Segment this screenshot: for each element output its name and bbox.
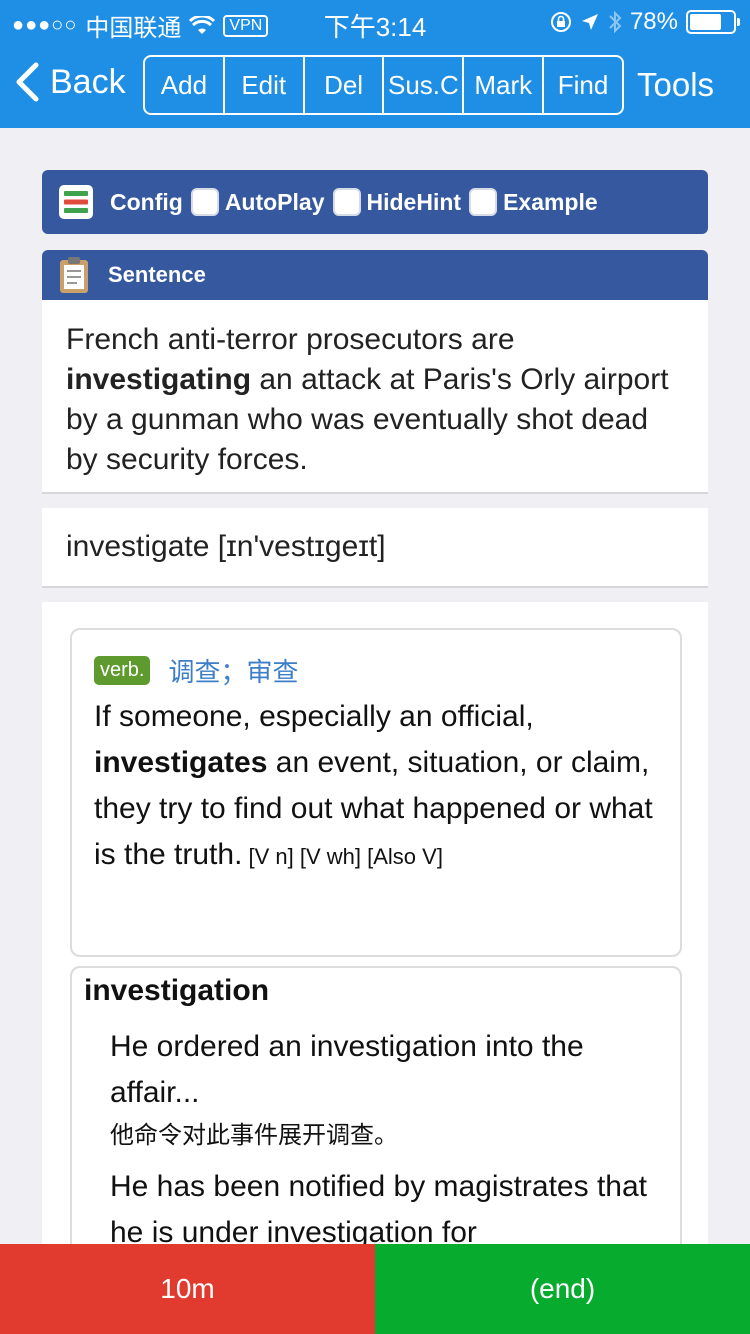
config-list-icon: [59, 185, 93, 219]
example-checkbox[interactable]: [467, 186, 500, 218]
headword-pronunciation: investigate [ɪn'vestɪgeɪt]: [66, 530, 386, 563]
sentence-before: French anti-terror prosecutors are: [66, 323, 515, 356]
definition-card: verb. 调查；审查 If someone, especially an of…: [70, 628, 682, 957]
part-of-speech-badge: verb.: [94, 656, 151, 685]
edit-button[interactable]: Edit: [225, 57, 305, 113]
sentence-header: Sentence: [42, 250, 708, 300]
delete-button[interactable]: Del: [305, 57, 385, 113]
bluetooth-icon: [609, 10, 622, 34]
sentence-text: French anti-terror prosecutors are inves…: [66, 320, 688, 480]
config-bar: Config AutoPlay HideHint Example: [42, 170, 708, 234]
example-english: He has been notified by magistrates that…: [110, 1170, 647, 1249]
mark-button[interactable]: Mark: [464, 57, 545, 113]
end-button[interactable]: (end): [375, 1244, 750, 1334]
sus-c-button[interactable]: Sus.C: [384, 57, 465, 113]
hidehint-checkbox[interactable]: [330, 186, 363, 218]
orientation-lock-icon: [550, 12, 571, 32]
action-segmented-control: Add Edit Del Sus.C Mark Find: [143, 55, 624, 115]
definition-before: If someone, especially an official,: [94, 700, 534, 733]
back-label: Back: [50, 62, 126, 101]
hidehint-label[interactable]: HideHint: [367, 189, 462, 216]
tools-button[interactable]: Tools: [637, 66, 714, 104]
example-headword: investigation: [84, 974, 270, 1007]
sentence-keyword[interactable]: investigating: [66, 363, 251, 396]
example-list: He ordered an investigation into the aff…: [110, 1024, 654, 1256]
status-bar: ●●●○○ 中国联通 VPN 下午3:14 78%: [0, 0, 750, 42]
example-english: He ordered an investigation into the aff…: [110, 1030, 584, 1109]
example-card: investigation He ordered an investigatio…: [70, 966, 682, 1290]
back-button[interactable]: Back: [14, 62, 126, 102]
navigation-bar: Back Add Edit Del Sus.C Mark Find Tools: [0, 52, 750, 116]
word-card[interactable]: investigate [ɪn'vestɪgeɪt]: [42, 508, 708, 588]
review-10m-button[interactable]: 10m: [0, 1244, 375, 1334]
top-bar: ●●●○○ 中国联通 VPN 下午3:14 78% Back Add Edit …: [0, 0, 750, 128]
find-button[interactable]: Find: [544, 57, 622, 113]
sentence-panel: French anti-terror prosecutors are inves…: [42, 300, 708, 494]
chinese-meaning: 调查；审查: [168, 657, 299, 687]
config-label[interactable]: Config: [110, 189, 183, 216]
example-label[interactable]: Example: [503, 189, 598, 216]
definition-panel: verb. 调查；审查 If someone, especially an of…: [42, 602, 708, 1290]
definition-text: If someone, especially an official, inve…: [94, 694, 658, 880]
battery-icon: [686, 10, 740, 34]
bottom-action-bar: 10m (end): [0, 1244, 750, 1334]
example-chinese: 他命令对此事件展开调查。: [110, 1122, 398, 1149]
autoplay-label[interactable]: AutoPlay: [225, 189, 325, 216]
sentence-title: Sentence: [108, 262, 206, 287]
battery-percentage: 78%: [629, 8, 678, 35]
add-button[interactable]: Add: [145, 57, 225, 113]
grammar-patterns: [V n] [V wh] [Also V]: [242, 844, 443, 869]
chevron-left-icon: [16, 62, 39, 102]
location-icon: [581, 14, 598, 30]
autoplay-checkbox[interactable]: [188, 186, 221, 218]
definition-keyword: investigates: [94, 746, 268, 779]
clipboard-icon: [60, 257, 88, 293]
